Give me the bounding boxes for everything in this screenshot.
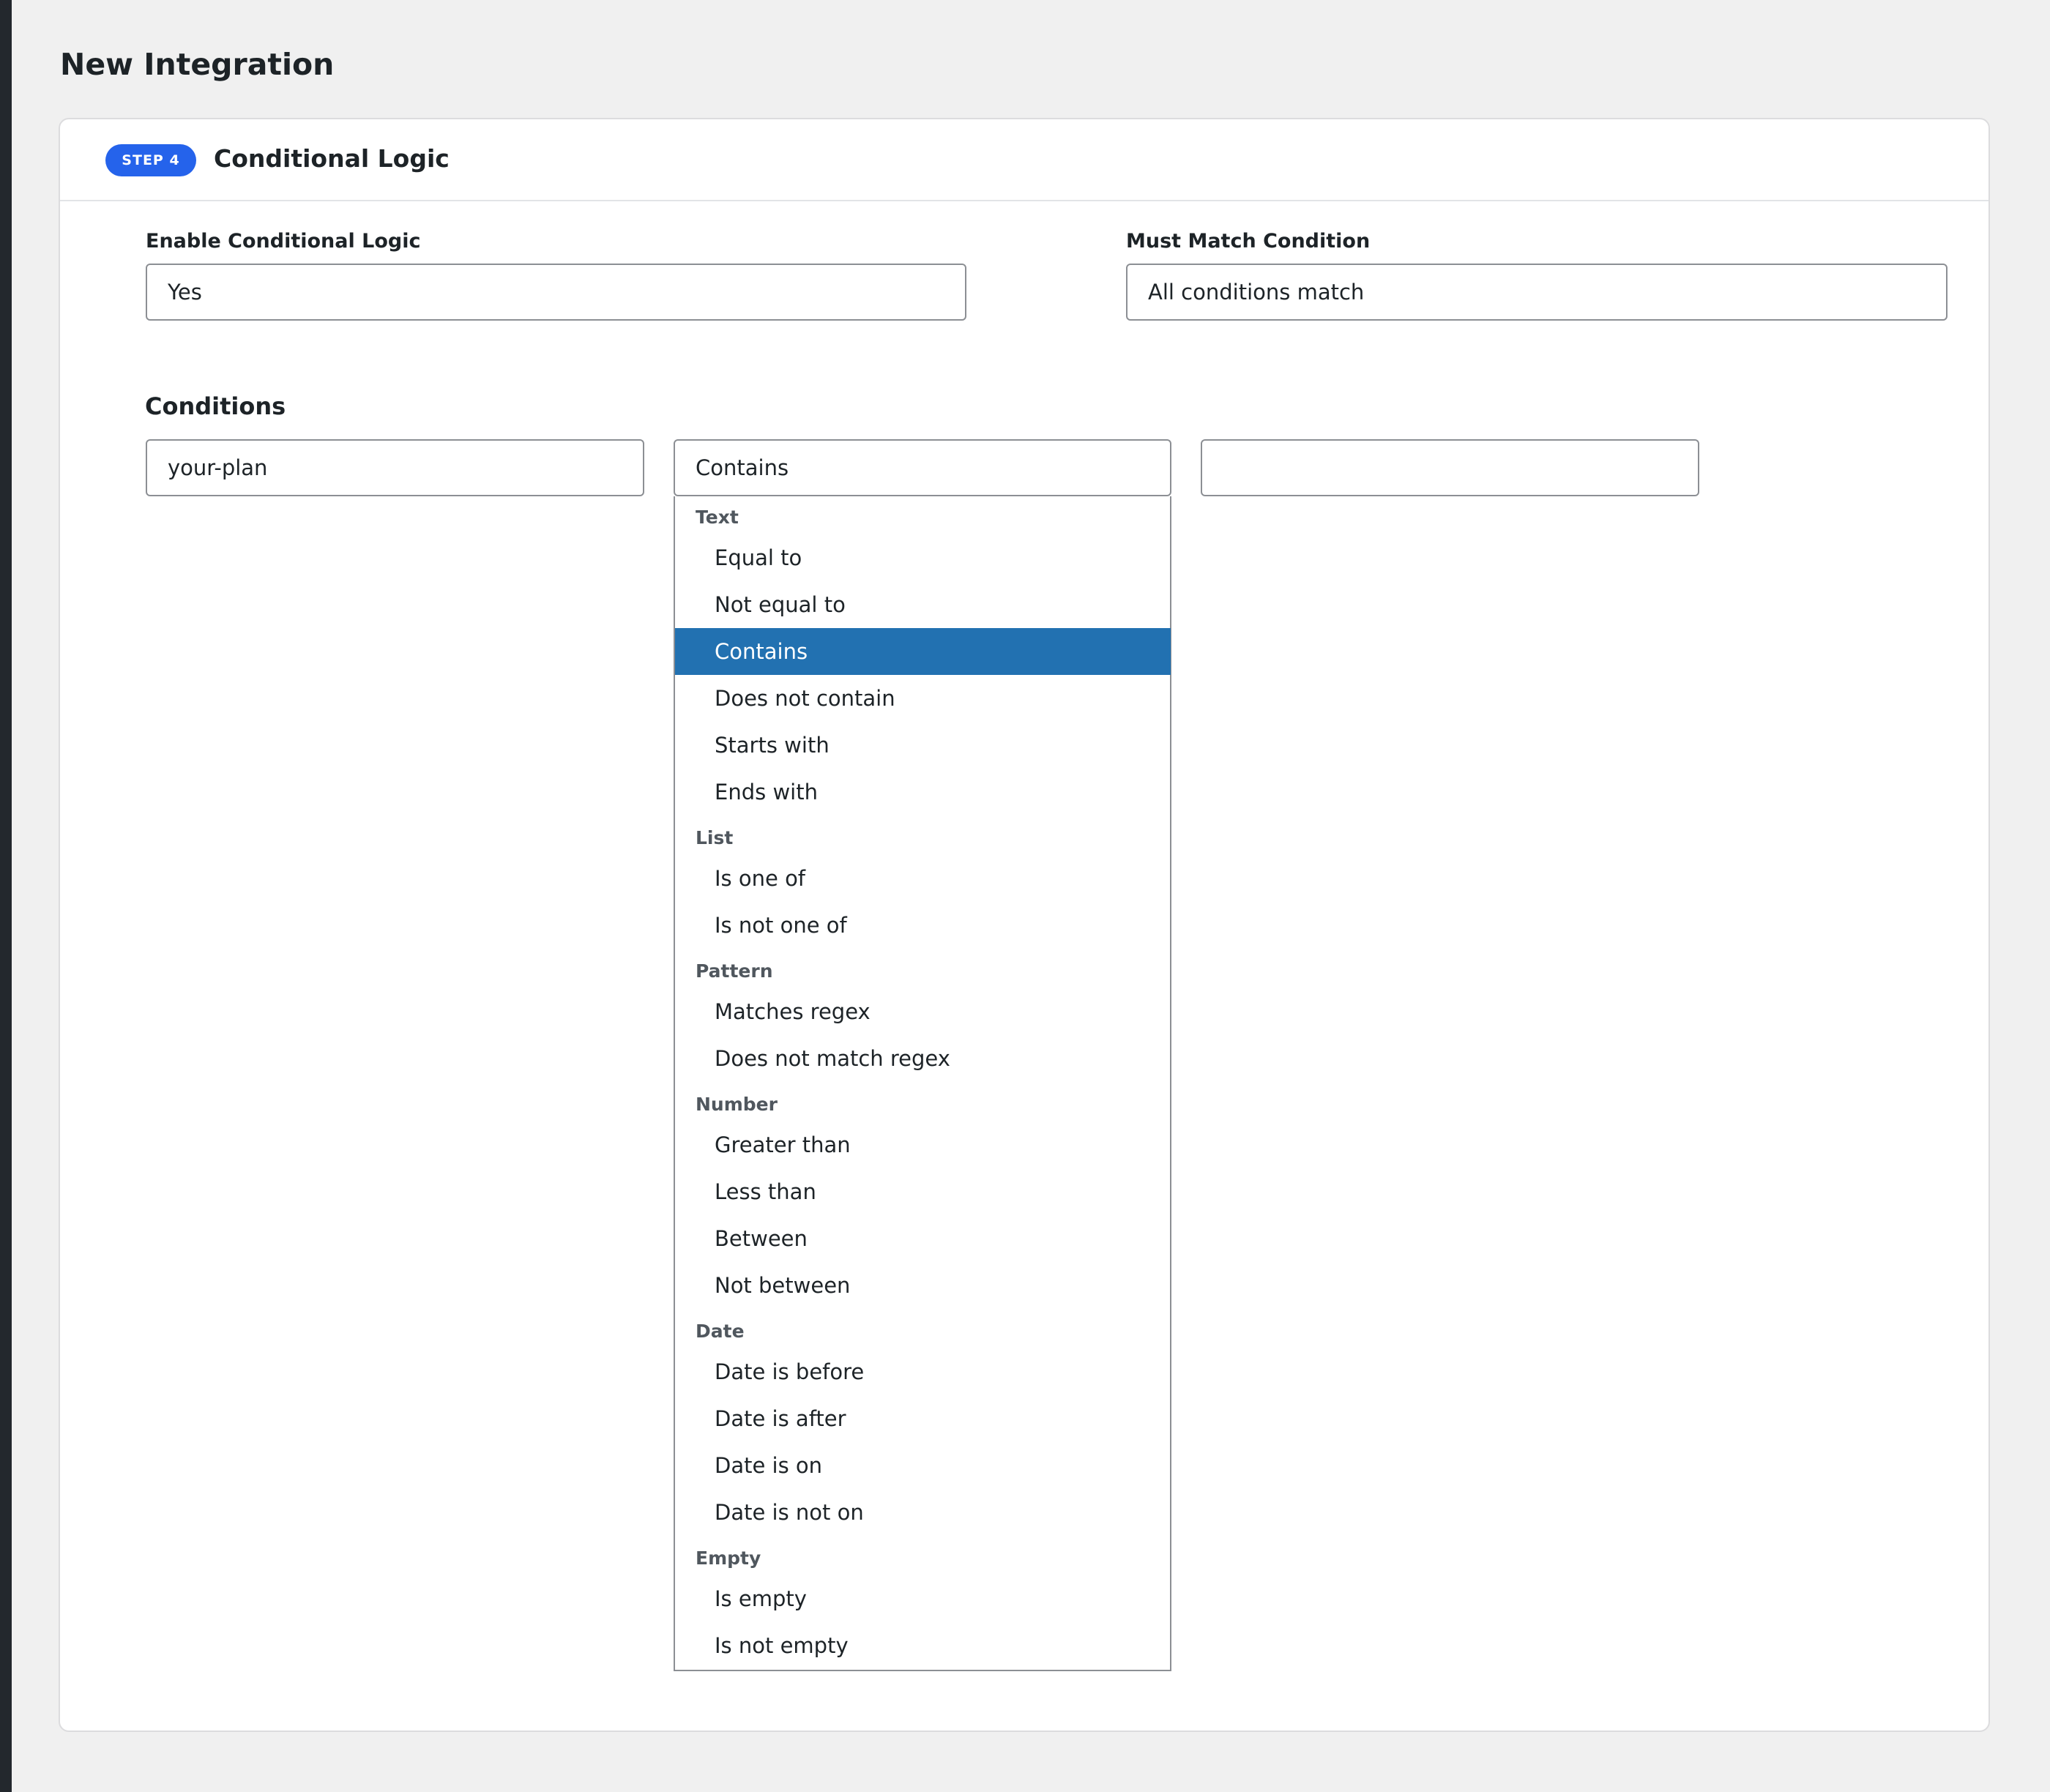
must-match-condition-select[interactable]: All conditions match <box>1126 264 1947 321</box>
option-ends-with[interactable]: Ends with <box>675 769 1171 815</box>
option-group-text: Text <box>696 507 739 528</box>
option-is-not-one-of[interactable]: Is not one of <box>675 902 1171 949</box>
option-is-not-empty[interactable]: Is not empty <box>675 1622 1171 1669</box>
option-between[interactable]: Between <box>675 1215 1171 1262</box>
option-group-list: List <box>696 827 734 848</box>
option-group-pattern: Pattern <box>696 960 773 982</box>
option-group-empty: Empty <box>696 1548 761 1569</box>
condition-value-input[interactable] <box>1201 439 1699 496</box>
option-matches-regex[interactable]: Matches regex <box>675 988 1171 1035</box>
option-contains[interactable]: Contains <box>675 628 1171 675</box>
option-does-not-contain[interactable]: Does not contain <box>675 675 1171 722</box>
option-greater-than[interactable]: Greater than <box>675 1121 1171 1168</box>
page-title: New Integration <box>60 47 335 82</box>
step-badge: STEP 4 <box>105 144 196 176</box>
operator-dropdown-list: Text Equal to Not equal to Contains Does… <box>674 496 1171 1671</box>
option-group-number: Number <box>696 1094 778 1115</box>
option-is-one-of[interactable]: Is one of <box>675 855 1171 902</box>
enable-conditional-logic-label: Enable Conditional Logic <box>146 230 421 253</box>
option-not-between[interactable]: Not between <box>675 1262 1171 1309</box>
section-title: Conditional Logic <box>214 144 450 173</box>
option-date-is-before[interactable]: Date is before <box>675 1348 1171 1395</box>
condition-field-select[interactable]: your-plan <box>146 439 644 496</box>
option-not-equal-to[interactable]: Not equal to <box>675 581 1171 628</box>
enable-conditional-logic-select[interactable]: Yes <box>146 264 966 321</box>
option-date-is-after[interactable]: Date is after <box>675 1395 1171 1442</box>
option-does-not-match-regex[interactable]: Does not match regex <box>675 1035 1171 1082</box>
option-date-is-on[interactable]: Date is on <box>675 1442 1171 1489</box>
option-less-than[interactable]: Less than <box>675 1168 1171 1215</box>
option-starts-with[interactable]: Starts with <box>675 722 1171 769</box>
conditions-heading: Conditions <box>145 392 286 420</box>
must-match-condition-label: Must Match Condition <box>1126 230 1371 253</box>
step-header: STEP 4 Conditional Logic <box>60 119 1988 201</box>
admin-sidebar-edge <box>0 0 12 1792</box>
option-equal-to[interactable]: Equal to <box>675 534 1171 581</box>
condition-operator-select[interactable]: Contains <box>674 439 1171 496</box>
option-is-empty[interactable]: Is empty <box>675 1575 1171 1622</box>
option-group-date: Date <box>696 1321 745 1342</box>
option-date-is-not-on[interactable]: Date is not on <box>675 1489 1171 1536</box>
